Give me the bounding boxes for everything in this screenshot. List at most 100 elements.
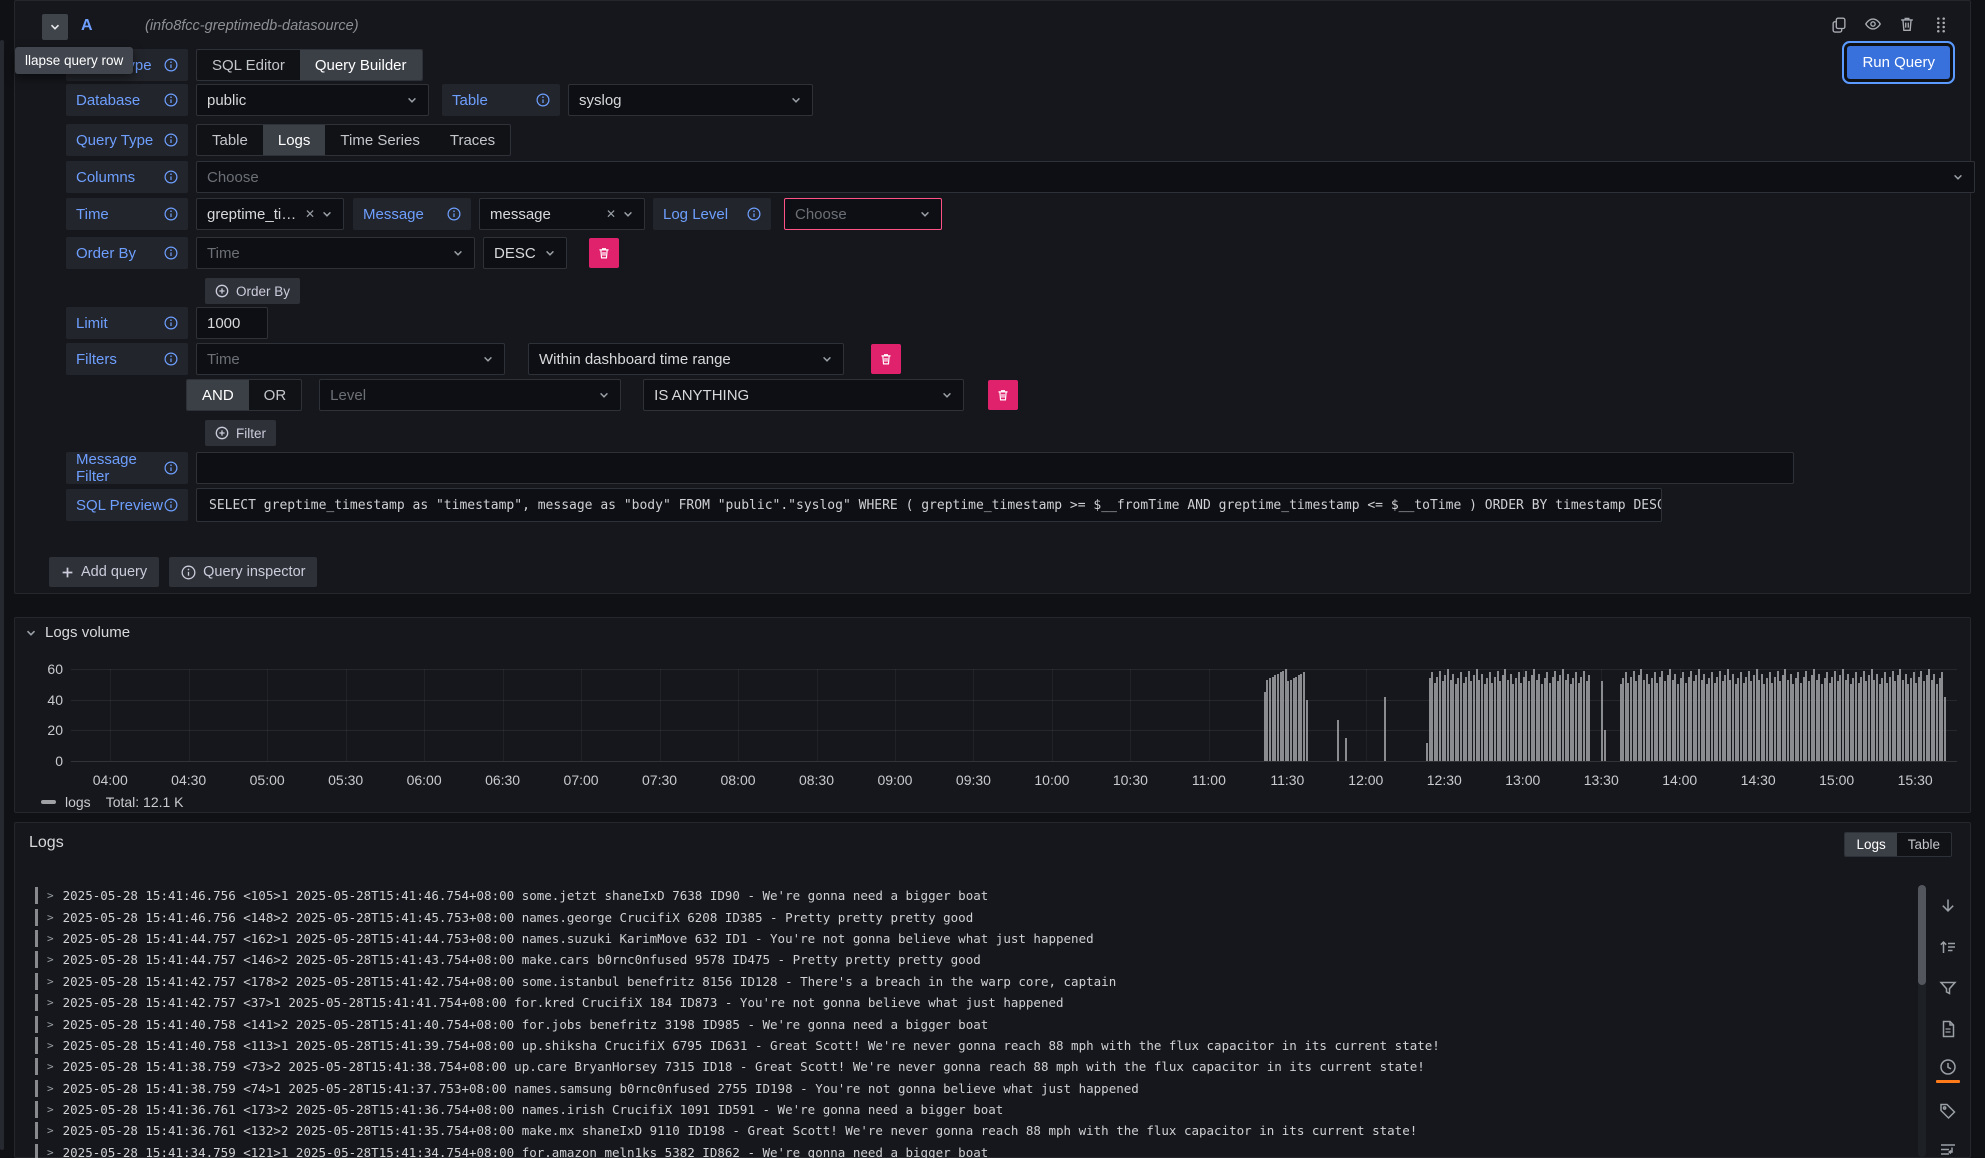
expand-chevron-icon[interactable]: > <box>47 1039 54 1052</box>
tab-sql-editor[interactable]: SQL Editor <box>197 50 300 80</box>
filter-button[interactable] <box>1938 967 1958 1008</box>
legend-series-label[interactable]: logs <box>65 794 91 810</box>
expand-chevron-icon[interactable]: > <box>47 1103 54 1116</box>
condition-match-select[interactable]: IS ANYTHING <box>643 379 964 411</box>
condition-field-select[interactable]: Level <box>319 379 621 411</box>
log-details-button[interactable] <box>1938 1008 1958 1049</box>
log-row[interactable]: >2025-05-28 15:41:38.759 <73>2 2025-05-2… <box>21 1056 1916 1077</box>
expand-chevron-icon[interactable]: > <box>47 932 54 945</box>
info-icon[interactable] <box>447 207 461 221</box>
tab-query-builder[interactable]: Query Builder <box>300 50 422 80</box>
expand-chevron-icon[interactable]: > <box>47 1146 54 1158</box>
log-row[interactable]: >2025-05-28 15:41:36.761 <173>2 2025-05-… <box>21 1099 1916 1120</box>
log-row[interactable]: >2025-05-28 15:41:44.757 <162>1 2025-05-… <box>21 928 1916 949</box>
logs-scrollbar[interactable] <box>1918 885 1926 1157</box>
add-filter-button[interactable]: Filter <box>205 420 276 446</box>
log-row[interactable]: >2025-05-28 15:41:44.757 <146>2 2025-05-… <box>21 949 1916 970</box>
log-row[interactable]: >2025-05-28 15:41:36.761 <132>2 2025-05-… <box>21 1120 1916 1141</box>
info-icon[interactable] <box>164 133 178 147</box>
logs-volume-chart[interactable]: 604020004:0004:3005:0005:3006:0006:3007:… <box>15 618 1970 812</box>
tab-or[interactable]: OR <box>249 380 302 410</box>
expand-chevron-icon[interactable]: > <box>47 911 54 924</box>
log-row[interactable]: >2025-05-28 15:41:34.759 <121>1 2025-05-… <box>21 1142 1916 1158</box>
message-column-select[interactable]: message ✕ <box>479 198 645 230</box>
sort-button[interactable] <box>1938 926 1958 967</box>
clear-icon[interactable]: ✕ <box>305 207 315 221</box>
x-tick-label: 11:00 <box>1182 772 1236 788</box>
log-row[interactable]: >2025-05-28 15:41:42.757 <178>2 2025-05-… <box>21 971 1916 992</box>
filter-range-select[interactable]: Within dashboard time range <box>528 343 844 375</box>
log-level-stripe <box>35 1122 38 1139</box>
expand-chevron-icon[interactable]: > <box>47 975 54 988</box>
info-icon[interactable] <box>747 207 761 221</box>
info-icon[interactable] <box>536 93 550 107</box>
tab-time-series[interactable]: Time Series <box>325 125 434 155</box>
message-filter-input[interactable] <box>196 452 1794 484</box>
run-query-button[interactable]: Run Query <box>1847 46 1950 79</box>
info-icon[interactable] <box>164 316 178 330</box>
remove-condition-button[interactable] <box>988 380 1018 410</box>
order-direction-select[interactable]: DESC <box>483 237 567 269</box>
expand-chevron-icon[interactable]: > <box>47 1018 54 1031</box>
log-line-text: 2025-05-28 15:41:46.756 <148>2 2025-05-2… <box>63 910 974 925</box>
tab-traces[interactable]: Traces <box>435 125 510 155</box>
add-query-button[interactable]: Add query <box>49 557 159 587</box>
eye-icon[interactable] <box>1864 15 1882 33</box>
expand-chevron-icon[interactable]: > <box>47 953 54 966</box>
scroll-bottom-button[interactable] <box>1938 885 1958 926</box>
tag-button[interactable] <box>1938 1090 1958 1131</box>
tab-logs-view[interactable]: Logs <box>1845 833 1896 856</box>
log-row[interactable]: >2025-05-28 15:41:46.756 <105>1 2025-05-… <box>21 885 1916 906</box>
wrap-lines-button[interactable] <box>1936 1131 1960 1158</box>
expand-chevron-icon[interactable]: > <box>47 1082 54 1095</box>
collapse-query-row-button[interactable] <box>42 14 68 40</box>
tab-and[interactable]: AND <box>187 380 249 410</box>
log-row[interactable]: >2025-05-28 15:41:42.757 <37>1 2025-05-2… <box>21 992 1916 1013</box>
database-select[interactable]: public <box>196 84 429 116</box>
volume-bar <box>1384 697 1386 761</box>
info-icon[interactable] <box>164 352 178 366</box>
x-tick-label: 09:00 <box>868 772 922 788</box>
tab-logs[interactable]: Logs <box>263 125 326 155</box>
x-gridline <box>817 669 818 761</box>
drag-handle-icon[interactable] <box>1932 15 1950 33</box>
time-button[interactable] <box>1936 1049 1960 1090</box>
logs-scrollbar-thumb[interactable] <box>1918 885 1926 985</box>
log-row[interactable]: >2025-05-28 15:41:40.758 <113>1 2025-05-… <box>21 1035 1916 1056</box>
filter-field-select[interactable]: Time <box>196 343 505 375</box>
info-icon[interactable] <box>164 170 178 184</box>
expand-chevron-icon[interactable]: > <box>47 1060 54 1073</box>
expand-chevron-icon[interactable]: > <box>47 889 54 902</box>
log-level-select[interactable]: Choose <box>784 198 942 230</box>
query-inspector-button[interactable]: Query inspector <box>169 557 317 587</box>
x-tick-label: 15:30 <box>1888 772 1942 788</box>
log-row[interactable]: >2025-05-28 15:41:46.756 <148>2 2025-05-… <box>21 906 1916 927</box>
expand-chevron-icon[interactable]: > <box>47 996 54 1009</box>
remove-filter-button[interactable] <box>871 344 901 374</box>
tab-table-view[interactable]: Table <box>1897 833 1951 856</box>
tab-table[interactable]: Table <box>197 125 263 155</box>
trash-icon[interactable] <box>1898 15 1916 33</box>
info-icon[interactable] <box>164 207 178 221</box>
order-by-field-select[interactable]: Time <box>196 237 475 269</box>
expand-chevron-icon[interactable]: > <box>47 1124 54 1137</box>
limit-input[interactable]: 1000 <box>196 307 268 339</box>
columns-select[interactable]: Choose <box>196 161 1975 193</box>
info-icon[interactable] <box>164 93 178 107</box>
copy-icon[interactable] <box>1830 15 1848 33</box>
query-ref-id: A <box>81 17 93 35</box>
info-icon[interactable] <box>164 461 178 475</box>
page-scrollbar[interactable] <box>0 40 4 1150</box>
database-row: Database public Table syslog <box>66 84 813 116</box>
volume-bar <box>1588 675 1590 761</box>
info-icon[interactable] <box>164 58 178 72</box>
info-icon[interactable] <box>164 246 178 260</box>
clear-icon[interactable]: ✕ <box>606 207 616 221</box>
table-select[interactable]: syslog <box>568 84 813 116</box>
info-icon[interactable] <box>164 498 178 512</box>
log-row[interactable]: >2025-05-28 15:41:38.759 <74>1 2025-05-2… <box>21 1078 1916 1099</box>
remove-order-by-button[interactable] <box>589 238 619 268</box>
log-row[interactable]: >2025-05-28 15:41:40.758 <141>2 2025-05-… <box>21 1013 1916 1034</box>
add-order-by-button[interactable]: Order By <box>205 278 300 304</box>
time-column-select[interactable]: greptime_tim… ✕ <box>196 198 344 230</box>
